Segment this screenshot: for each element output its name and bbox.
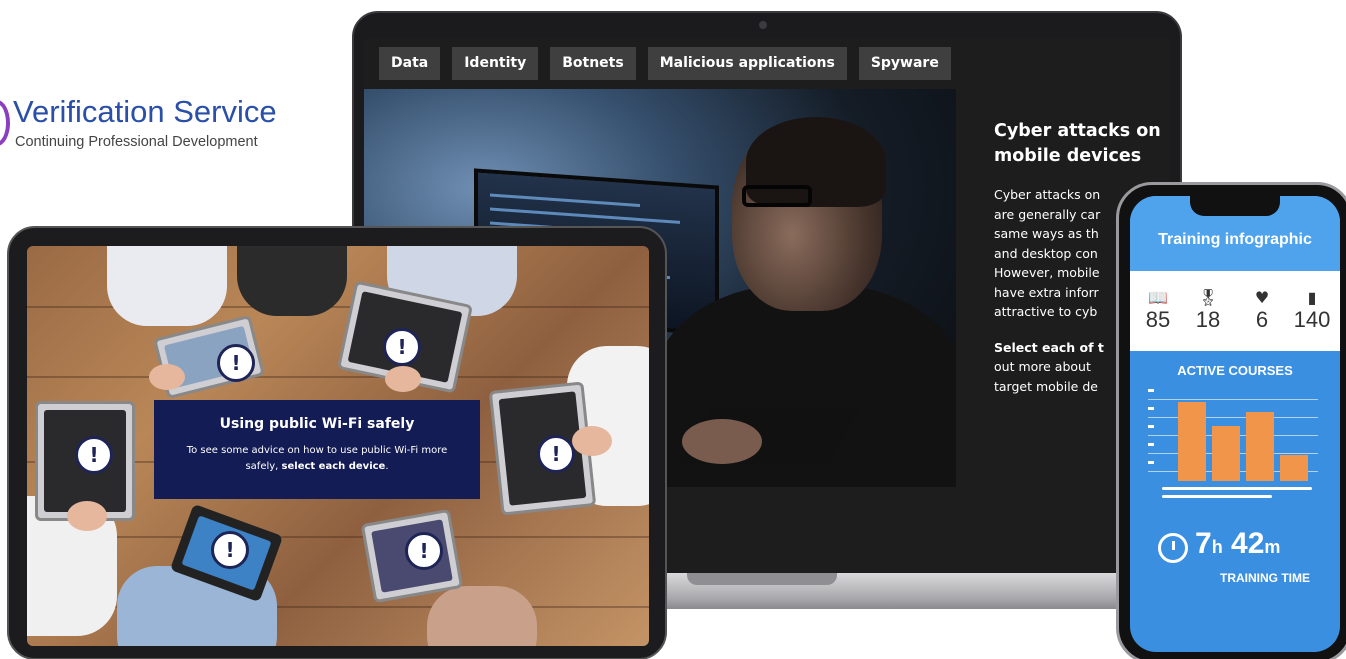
topic-tabs: Data Identity Botnets Malicious applicat… <box>379 47 951 80</box>
wifi-instructions-bold: select each device <box>281 461 386 472</box>
active-courses-chart <box>1148 389 1318 509</box>
device-alert-button[interactable]: ! <box>537 435 575 473</box>
laptop-notch <box>687 573 837 585</box>
hand-image <box>385 366 421 392</box>
hand-image <box>67 501 107 531</box>
time-minutes-unit: m <box>1264 537 1281 557</box>
tab-spyware[interactable]: Spyware <box>858 47 951 80</box>
hand-image <box>149 364 185 390</box>
time-hours-unit: h <box>1211 537 1223 557</box>
clock-icon <box>1158 533 1188 563</box>
time-hours: 7 <box>1195 527 1212 560</box>
stat-value: 18 <box>1195 307 1221 332</box>
wifi-info-box: Using public Wi-Fi safely To see some ad… <box>154 400 480 499</box>
time-minutes: 42 <box>1231 527 1265 560</box>
bar-chart-icon: ▮ <box>1307 288 1317 307</box>
book-icon: 📖 <box>1148 288 1168 307</box>
stat-value: 85 <box>1145 307 1171 332</box>
tab-botnets[interactable]: Botnets <box>550 47 636 80</box>
stat-value: 6 <box>1255 307 1269 332</box>
stat-shield: ♥ 6 <box>1236 271 1288 333</box>
article-title: Cyber attacks on mobile devices <box>994 119 1170 169</box>
stats-row: 📖 85 🎖 18 ♥ 6 ▮ 140 <box>1130 271 1340 351</box>
wifi-instructions-end: . <box>385 461 389 472</box>
person-arm <box>427 586 537 646</box>
brand: Verification Service Continuing Professi… <box>0 88 330 168</box>
brand-subtitle: Continuing Professional Development <box>15 134 258 150</box>
tablet-device: ! ! ! ! ! ! Using public Wi-Fi safely To… <box>7 226 667 659</box>
brand-title: Verification Service <box>13 94 277 129</box>
wifi-instructions: To see some advice on how to use public … <box>154 443 480 475</box>
infographic-title: Training infographic <box>1158 231 1312 248</box>
tab-data[interactable]: Data <box>379 47 441 80</box>
phone-screen: Training infographic 📖 85 🎖 18 ♥ 6 ▮ 140… <box>1130 196 1340 652</box>
device-alert-button[interactable]: ! <box>405 532 443 570</box>
brand-logo-icon <box>0 100 10 146</box>
hand-image <box>682 419 762 464</box>
device-alert-button[interactable]: ! <box>211 531 249 569</box>
article-title-line: mobile devices <box>994 146 1142 166</box>
hand-image <box>572 426 612 456</box>
device-alert-button[interactable]: ! <box>383 328 421 366</box>
training-time-value: 7h 42m <box>1195 527 1280 561</box>
active-courses-label: ACTIVE COURSES <box>1177 363 1293 378</box>
tab-identity[interactable]: Identity <box>452 47 539 80</box>
wifi-title: Using public Wi-Fi safely <box>219 416 415 432</box>
chart-bar <box>1212 426 1240 481</box>
stat-awards: 🎖 18 <box>1182 271 1234 333</box>
stat-progress: ▮ 140 <box>1286 271 1338 333</box>
person-arm <box>237 246 347 316</box>
tab-malicious-applications[interactable]: Malicious applications <box>647 47 847 80</box>
training-time: 7h 42m TRAINING TIME <box>1130 527 1340 593</box>
device-alert-button[interactable]: ! <box>75 436 113 474</box>
person-arm <box>107 246 227 326</box>
phone-notch <box>1190 196 1280 216</box>
device-alert-button[interactable]: ! <box>217 344 255 382</box>
article-title-line: Cyber attacks on <box>994 121 1161 141</box>
chart-bar <box>1246 412 1274 481</box>
phone-device: Training infographic 📖 85 🎖 18 ♥ 6 ▮ 140… <box>1116 182 1346 659</box>
article-cta-bold: Select each of t <box>994 339 1104 355</box>
camera-icon <box>759 21 767 29</box>
glasses-icon <box>742 185 812 207</box>
training-time-label: TRAINING TIME <box>1220 571 1310 585</box>
award-icon: 🎖 <box>1197 288 1219 307</box>
shield-icon: ♥ <box>1254 288 1270 307</box>
chart-bar <box>1280 455 1308 481</box>
stat-value: 140 <box>1293 307 1331 332</box>
stat-courses: 📖 85 <box>1132 271 1184 333</box>
tablet-screen: ! ! ! ! ! ! Using public Wi-Fi safely To… <box>27 246 649 646</box>
chart-bar <box>1178 402 1206 481</box>
